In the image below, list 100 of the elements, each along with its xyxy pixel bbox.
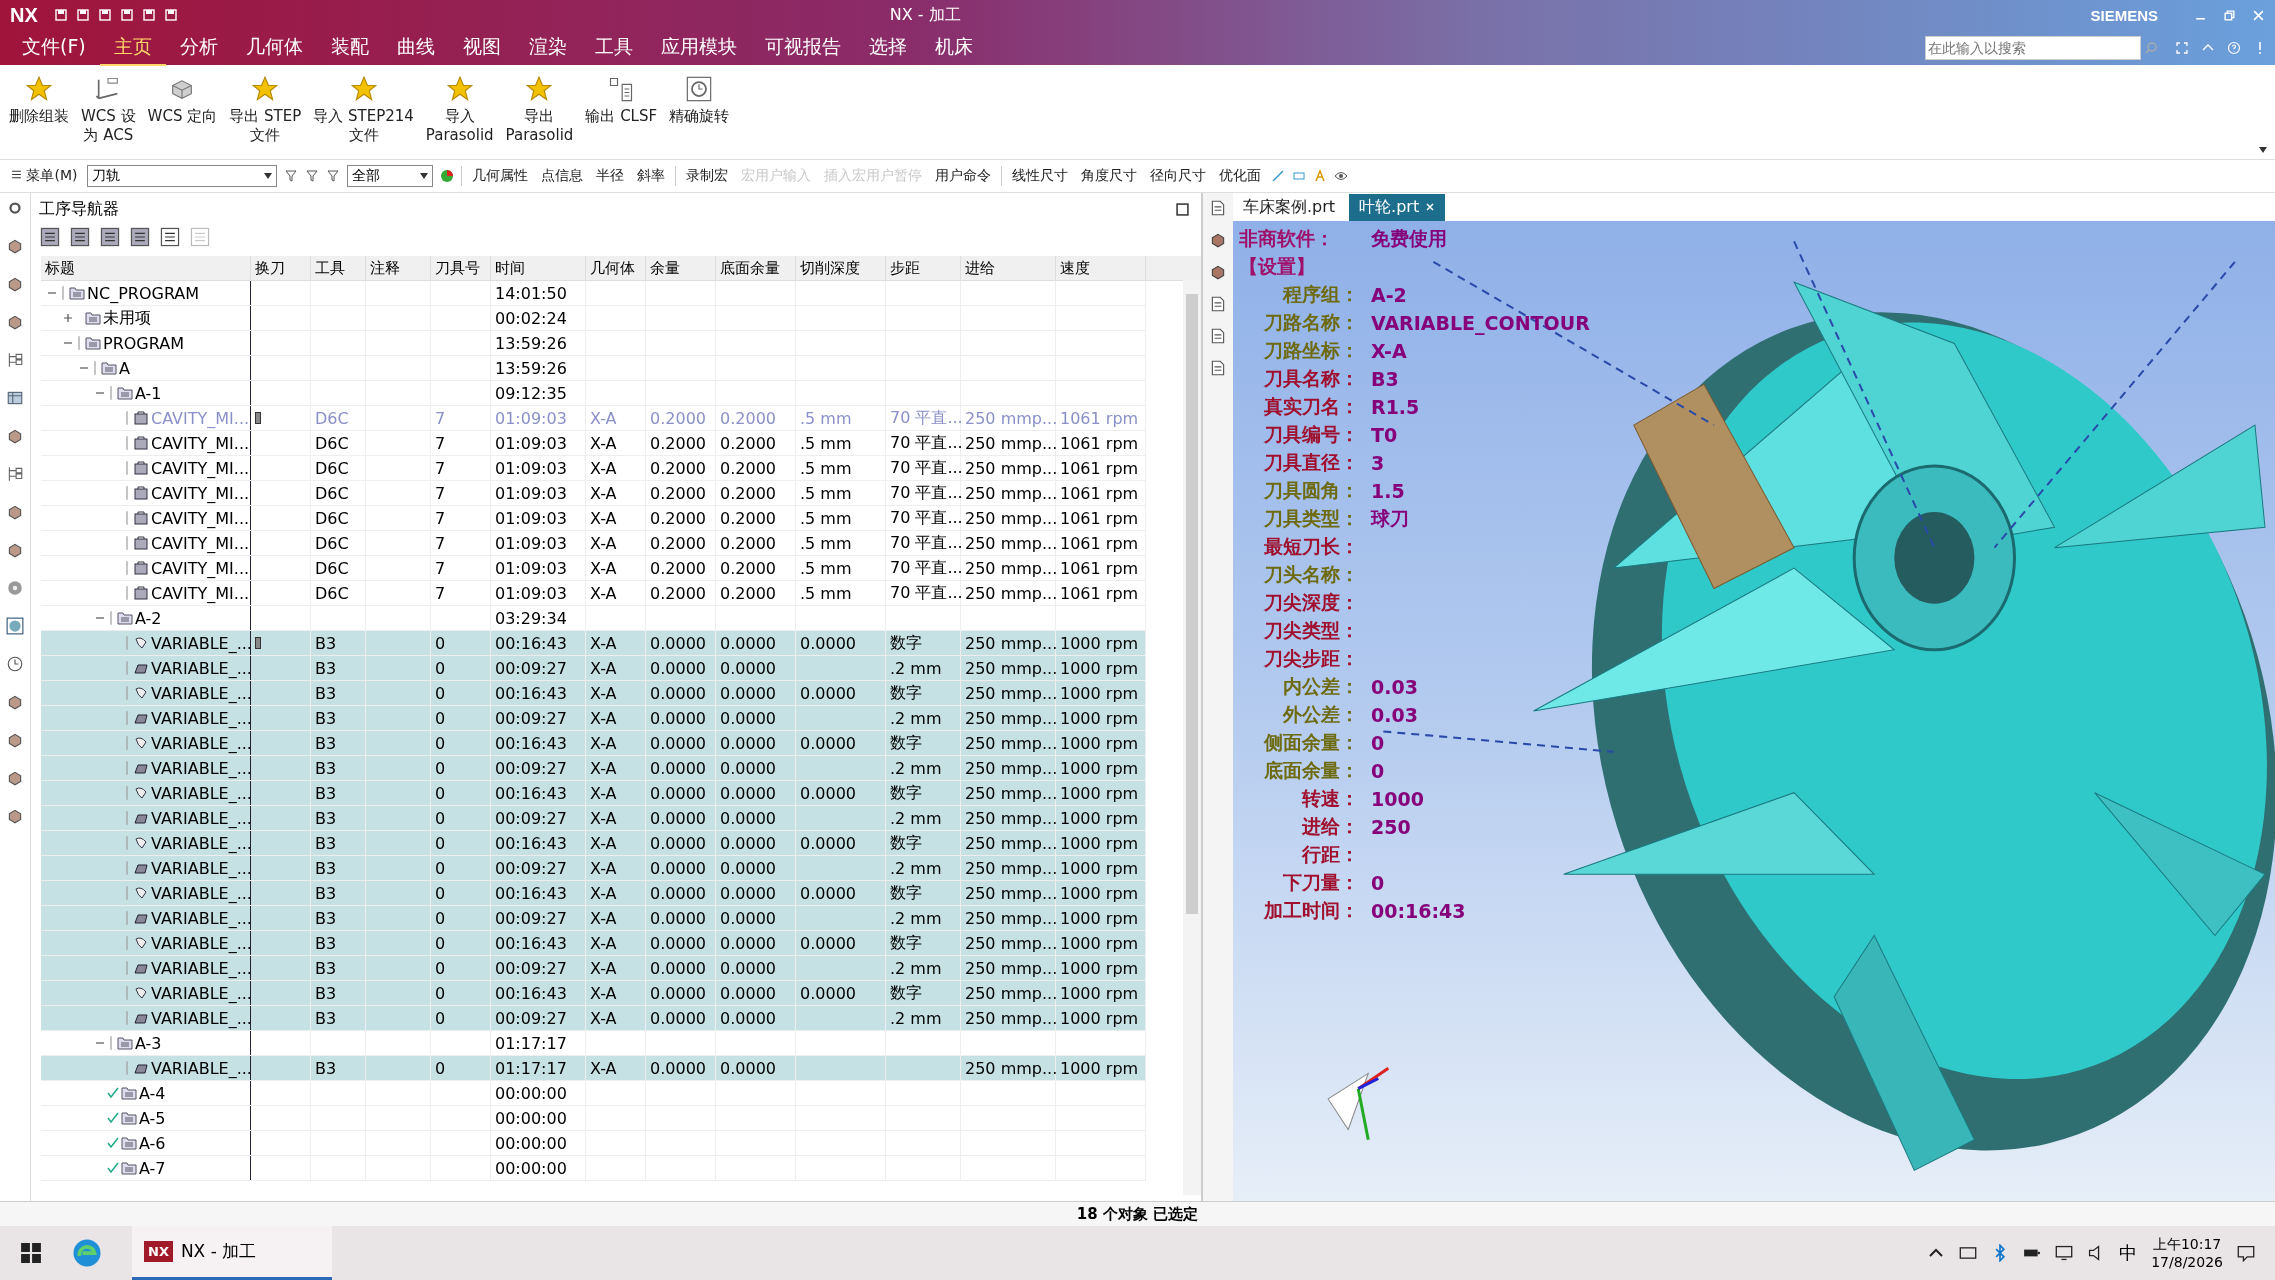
column-header[interactable]: 余量: [646, 256, 716, 280]
toolbar-button[interactable]: 线性尺寸: [1009, 165, 1072, 187]
close-icon[interactable]: [1425, 202, 1436, 212]
tree-icon[interactable]: [6, 465, 24, 483]
column-header[interactable]: 标题: [41, 256, 251, 280]
table-row[interactable]: PROGRAM 13:59:26: [41, 331, 1146, 356]
table-row[interactable]: VARIABLE_... B3 0 01:17:17 X-A 0.0000 0.0000 250 mmp... 1000 rpm: [41, 1056, 1146, 1081]
ribbon-tab[interactable]: 视图: [448, 29, 515, 66]
table-row[interactable]: CAVITY_MI... D6C 7 01:09:03 X-A 0.2000 0.2000 .5 mm 70 平直...250 mmp... 1061 rpm: [41, 431, 1146, 456]
ribbon-tab[interactable]: 可视报告: [750, 29, 855, 66]
toolbar-button[interactable]: 斜率: [634, 165, 669, 187]
column-header[interactable]: 步距: [886, 256, 961, 280]
help-icon[interactable]: [2227, 40, 2241, 55]
table-row[interactable]: CAVITY_MI... D6C 7 01:09:03 X-A 0.2000 0.2000 .5 mm 70 平直...250 mmp... 1061 rpm: [41, 456, 1146, 481]
table-row[interactable]: VARIABLE_... B3 0 00:09:27 X-A 0.0000 0.0000 .2 mm 250 mmp... 1000 rpm: [41, 956, 1146, 981]
ribbon-button[interactable]: WCS 定向: [144, 75, 221, 126]
column-header[interactable]: 进给: [961, 256, 1056, 280]
toolbar-button[interactable]: 径向尺寸: [1147, 165, 1210, 187]
toolbar-button[interactable]: 几何属性: [469, 165, 532, 187]
column-header[interactable]: 工具: [311, 256, 366, 280]
cube-icon[interactable]: [1209, 263, 1227, 281]
document-icon[interactable]: [1209, 295, 1227, 313]
ribbon-button[interactable]: WCS 设 为 ACS: [78, 75, 139, 145]
taskbar-app-button[interactable]: NX NX - 加工: [132, 1226, 332, 1280]
view-icon[interactable]: [129, 226, 151, 248]
toolbar-button[interactable]: 点信息: [538, 165, 587, 187]
view-icon[interactable]: [159, 226, 181, 248]
table-row[interactable]: A-1 09:12:35: [41, 381, 1146, 406]
ribbon-button[interactable]: 输出 CLSF: [582, 75, 661, 126]
ribbon-button[interactable]: 精确旋转: [666, 75, 733, 126]
cube-icon[interactable]: [6, 427, 24, 445]
ribbon-tab[interactable]: 主页: [99, 29, 166, 66]
table-row[interactable]: VARIABLE_... B3 0 00:09:27 X-A 0.0000 0.0000 .2 mm 250 mmp... 1000 rpm: [41, 856, 1146, 881]
maximize-icon[interactable]: [1176, 203, 1189, 216]
ribbon-button[interactable]: 删除组装: [6, 75, 72, 126]
line-icon[interactable]: [1271, 169, 1286, 183]
restore-icon[interactable]: [2223, 8, 2236, 22]
windows-start-icon[interactable]: [20, 1242, 42, 1264]
table-row[interactable]: CAVITY_MI... D6C 7 01:09:03 X-A 0.2000 0.2000 .5 mm 70 平直...250 mmp... 1061 rpm: [41, 531, 1146, 556]
ribbon-tab[interactable]: 机床: [920, 29, 987, 66]
cube-icon[interactable]: [6, 275, 24, 293]
tree-icon[interactable]: [6, 351, 24, 369]
graphics-viewport[interactable]: [1233, 221, 2275, 1201]
table-row[interactable]: VARIABLE_... B3 0 00:09:27 X-A 0.0000 0.0000 .2 mm 250 mmp... 1000 rpm: [41, 706, 1146, 731]
table-row[interactable]: A 13:59:26: [41, 356, 1146, 381]
browser-icon[interactable]: [72, 1238, 102, 1268]
table-row[interactable]: VARIABLE_... B3 0 00:09:27 X-A 0.0000 0.0000 .2 mm 250 mmp... 1000 rpm: [41, 806, 1146, 831]
table-row[interactable]: 未用项 00:02:24: [41, 306, 1146, 331]
table-row[interactable]: VARIABLE_... B3 0 00:16:43 X-A 0.0000 0.0000 0.0000 数字 250 mmp... 1000 rpm: [41, 931, 1146, 956]
table-icon[interactable]: [6, 389, 24, 407]
toolbar-button[interactable]: 优化面: [1216, 165, 1265, 187]
toolbar-button[interactable]: 半径: [593, 165, 628, 187]
quick-access-icon[interactable]: [75, 8, 90, 22]
type-filter-dropdown[interactable]: 刀轨: [87, 165, 278, 187]
view-icon[interactable]: [99, 226, 121, 248]
column-header[interactable]: 换刀: [251, 256, 311, 280]
quick-access-icon[interactable]: [163, 8, 178, 22]
scrollbar[interactable]: [1183, 280, 1201, 1195]
table-row[interactable]: A-6 00:00:00: [41, 1131, 1146, 1156]
disc-icon[interactable]: [6, 579, 24, 597]
clock-icon[interactable]: [6, 655, 24, 673]
settings-icon[interactable]: [6, 199, 24, 217]
menu-button[interactable]: 菜单(M): [8, 165, 81, 187]
notification-icon[interactable]: [2237, 1244, 2255, 1262]
filter-icon[interactable]: [305, 169, 320, 183]
column-header[interactable]: 几何体: [586, 256, 646, 280]
document-icon[interactable]: [1209, 199, 1227, 217]
table-row[interactable]: VARIABLE_... B3 0 00:16:43 X-A 0.0000 0.0000 0.0000 数字 250 mmp... 1000 rpm: [41, 981, 1146, 1006]
ribbon-tab[interactable]: 装配: [316, 29, 383, 66]
ribbon-button[interactable]: 导入 Parasolid: [422, 75, 497, 145]
quick-access-icon[interactable]: [119, 8, 134, 22]
table-row[interactable]: NC_PROGRAM 14:01:50: [41, 281, 1146, 306]
ribbon-tab[interactable]: 文件(F): [8, 29, 100, 66]
table-row[interactable]: CAVITY_MI... D6C 7 01:09:03 X-A 0.2000 0.2000 .5 mm 70 平直...250 mmp... 1061 rpm: [41, 556, 1146, 581]
ribbon-tab[interactable]: 分析: [165, 29, 232, 66]
file-tab[interactable]: 叶轮.prt: [1349, 194, 1446, 221]
filter-icon[interactable]: [284, 169, 299, 183]
cube-icon[interactable]: [6, 313, 24, 331]
column-header[interactable]: 速度: [1056, 256, 1146, 280]
table-row[interactable]: A-7 00:00:00: [41, 1156, 1146, 1181]
cube-icon[interactable]: [6, 769, 24, 787]
ribbon-tab[interactable]: 选择: [854, 29, 921, 66]
clock[interactable]: 上午10:17 17/8/2026: [2151, 1236, 2223, 1270]
close-icon[interactable]: [2252, 8, 2265, 22]
table-row[interactable]: CAVITY_MI... D6C 7 01:09:03 X-A 0.2000 0.2000 .5 mm 70 平直...250 mmp... 1061 rpm: [41, 506, 1146, 531]
ribbon-tab[interactable]: 几何体: [231, 29, 317, 66]
quick-access-icon[interactable]: [97, 8, 112, 22]
table-row[interactable]: VARIABLE_... B3 0 00:09:27 X-A 0.0000 0.0000 .2 mm 250 mmp... 1000 rpm: [41, 906, 1146, 931]
quick-access-icon[interactable]: [53, 8, 68, 22]
column-header[interactable]: 刀具号: [431, 256, 491, 280]
table-row[interactable]: VARIABLE_... B3 0 00:16:43 X-A 0.0000 0.0000 0.0000 数字 250 mmp... 1000 rpm: [41, 731, 1146, 756]
expand-icon[interactable]: [63, 313, 73, 323]
table-row[interactable]: CAVITY_MI... D6C 7 01:09:03 X-A 0.2000 0.2000 .5 mm 70 平直...250 mmp... 1061 rpm: [41, 581, 1146, 606]
display-icon[interactable]: [2055, 1244, 2074, 1262]
table-row[interactable]: VARIABLE_... B3 0 00:16:43 X-A 0.0000 0.0000 0.0000 数字 250 mmp... 1000 rpm: [41, 631, 1146, 656]
column-header[interactable]: 切削深度: [796, 256, 886, 280]
cube-icon[interactable]: [6, 237, 24, 255]
search-field[interactable]: 在此输入以搜索: [1925, 35, 2141, 60]
table-row[interactable]: VARIABLE_... B3 0 00:16:43 X-A 0.0000 0.0000 0.0000 数字 250 mmp... 1000 rpm: [41, 681, 1146, 706]
toolbar-button[interactable]: 角度尺寸: [1078, 165, 1141, 187]
